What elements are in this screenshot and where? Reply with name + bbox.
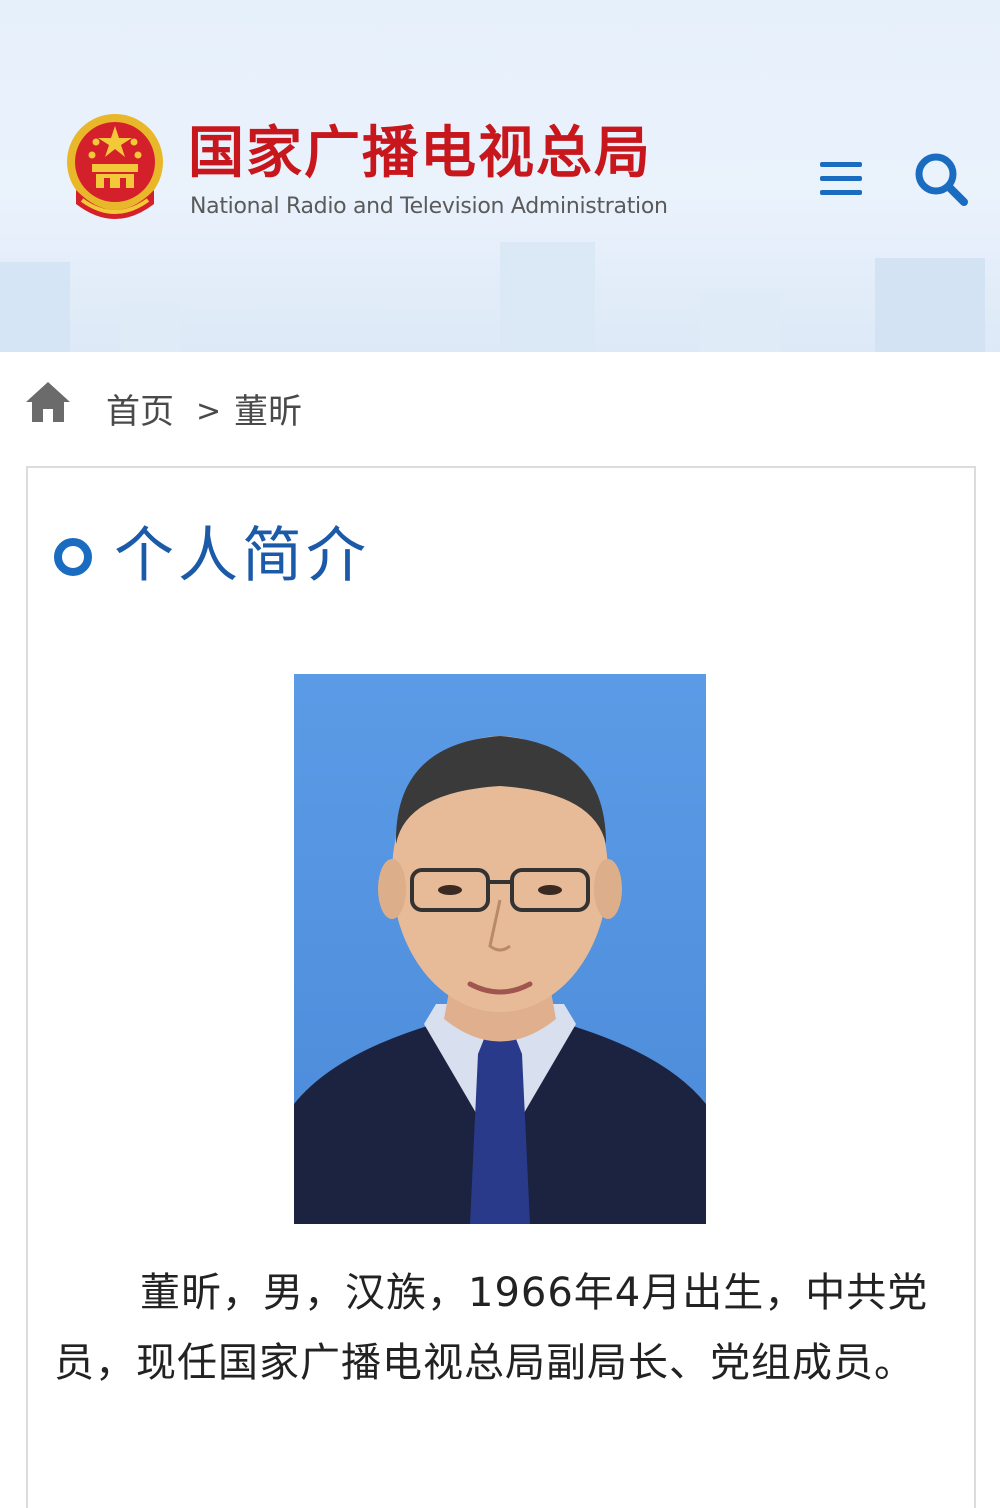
profile-card: 个人简介 董昕，男，汉族，1966年4月出生，中共党员，现任国家广播电视总局副局… — [26, 466, 976, 1508]
breadcrumb-current: 董昕 — [234, 392, 302, 432]
home-icon[interactable] — [24, 378, 72, 424]
breadcrumb: 首页 > 董昕 — [24, 378, 984, 448]
section-header: 个人简介 — [52, 516, 552, 596]
section-title: 个人简介 — [114, 521, 370, 591]
breadcrumb-home-link[interactable]: 首页 — [106, 386, 174, 438]
skyline-decoration — [0, 242, 985, 352]
portrait-photo — [294, 674, 706, 1224]
site-title: 国家广播电视总局 — [188, 121, 652, 186]
breadcrumb-separator: > — [196, 394, 222, 429]
ring-icon — [54, 538, 92, 576]
national-emblem-icon — [67, 114, 163, 219]
search-icon[interactable] — [910, 148, 972, 210]
menu-icon[interactable] — [816, 156, 870, 200]
site-header: 国家广播电视总局 National Radio and Television A… — [0, 0, 1000, 352]
site-subtitle: National Radio and Television Administra… — [190, 194, 668, 219]
profile-bio: 董昕，男，汉族，1966年4月出生，中共党员，现任国家广播电视总局副局长、党组成… — [54, 1270, 929, 1386]
